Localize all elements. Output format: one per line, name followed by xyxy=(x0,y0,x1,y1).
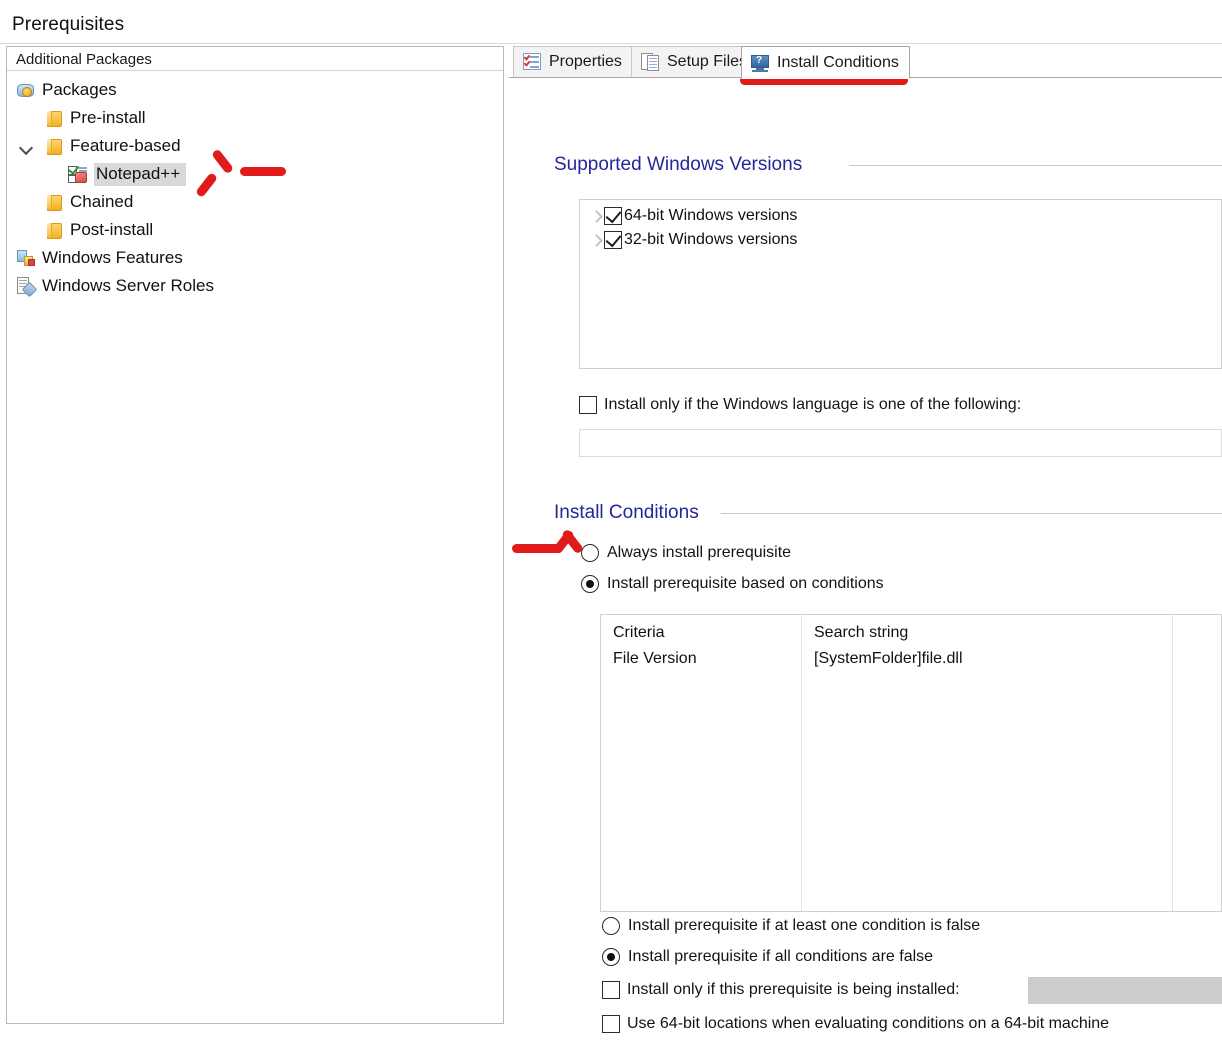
radio-row-always-install[interactable]: Always install prerequisite xyxy=(581,544,791,562)
prerequisite-select-disabled xyxy=(1028,977,1222,1004)
tree-item-notepadpp[interactable]: Notepad++ xyxy=(67,160,187,188)
tree-item-feature-based[interactable]: Feature-based xyxy=(43,132,181,160)
tree-item-label: Feature-based xyxy=(70,136,181,155)
language-filter-row[interactable]: Install only if the Windows language is … xyxy=(579,396,1021,414)
folder-icon xyxy=(43,220,65,240)
section-rule xyxy=(721,513,1222,514)
chevron-down-icon[interactable] xyxy=(19,138,35,154)
prerequisites-tree-panel: Additional Packages Packages Pre-install… xyxy=(6,46,504,1024)
radio-label: Install prerequisite based on conditions xyxy=(607,575,884,592)
use-64bit-locations-label: Use 64-bit locations when evaluating con… xyxy=(627,1015,1110,1032)
tree-item-label: Post-install xyxy=(70,220,154,239)
tree-item-windows-server-roles[interactable]: Windows Server Roles xyxy=(15,272,214,300)
detail-panel: Properties Setup Files ? Install Conditi… xyxy=(509,46,1222,1033)
radio-conditional-install[interactable] xyxy=(581,575,599,593)
tree-item-label: Notepad++ xyxy=(94,162,187,186)
column-header-search-string: Search string xyxy=(814,624,909,641)
language-filter-input[interactable] xyxy=(579,429,1222,457)
checkbox-32bit-windows[interactable] xyxy=(604,230,622,249)
checkbox-use-64bit-locations[interactable] xyxy=(602,1015,620,1033)
tab-label: Properties xyxy=(549,53,622,70)
list-item[interactable]: 64-bit Windows versions xyxy=(588,204,797,227)
tree-item-packages[interactable]: Packages xyxy=(15,76,117,104)
tree-item-pre-install[interactable]: Pre-install xyxy=(43,104,146,132)
column-divider[interactable] xyxy=(801,615,802,911)
tree-item-label: Windows Features xyxy=(42,248,183,267)
radio-label: Always install prerequisite xyxy=(607,544,792,561)
column-header-criteria: Criteria xyxy=(613,624,665,641)
radio-always-install[interactable] xyxy=(581,544,599,562)
tree-item-label: Chained xyxy=(70,192,134,211)
list-item-label: 32-bit Windows versions xyxy=(624,230,798,248)
server-roles-icon xyxy=(15,276,38,298)
only-if-installed-label: Install only if this prerequisite is bei… xyxy=(627,981,960,998)
table-row-cell-search-string[interactable]: [SystemFolder]file.dll xyxy=(814,650,963,668)
table-row-cell-criteria[interactable]: File Version xyxy=(613,650,697,668)
chevron-right-icon[interactable] xyxy=(588,208,604,224)
radio-label: Install prerequisite if at least one con… xyxy=(628,917,981,934)
only-if-installed-row[interactable]: Install only if this prerequisite is bei… xyxy=(602,981,960,999)
tree-item-chained[interactable]: Chained xyxy=(43,188,133,216)
folder-icon xyxy=(43,108,65,128)
tab-strip: Properties Setup Files ? Install Conditi… xyxy=(509,46,1222,79)
supported-versions-listbox[interactable]: 64-bit Windows versions 32-bit Windows v… xyxy=(579,199,1222,369)
checkbox-language-filter[interactable] xyxy=(579,396,597,414)
use-64bit-locations-row[interactable]: Use 64-bit locations when evaluating con… xyxy=(602,1015,1109,1033)
folder-icon xyxy=(43,192,65,212)
install-conditions-title: Install Conditions xyxy=(554,502,699,523)
folder-icon xyxy=(43,136,65,156)
tree-item-windows-features[interactable]: Windows Features xyxy=(15,244,183,272)
tree-item-label: Windows Server Roles xyxy=(42,276,214,295)
tree-item-label: Packages xyxy=(42,80,117,99)
tab-content-install-conditions: Supported Windows Versions 64-bit Window… xyxy=(509,79,1222,1033)
list-item-label: 64-bit Windows versions xyxy=(624,206,798,224)
page-title: Prerequisites xyxy=(12,14,125,35)
supported-versions-title: Supported Windows Versions xyxy=(554,154,803,175)
tree-body[interactable]: Packages Pre-install Feature-based Notep… xyxy=(7,72,503,1023)
tree-item-post-install[interactable]: Post-install xyxy=(43,216,153,244)
conditions-table[interactable]: Criteria Search string File Version [Sys… xyxy=(600,614,1222,912)
language-filter-label: Install only if the Windows language is … xyxy=(604,396,1022,413)
column-divider[interactable] xyxy=(1172,615,1173,911)
tree-header: Additional Packages xyxy=(7,47,503,71)
radio-all-conditions-false[interactable] xyxy=(602,948,620,966)
tree-header-label: Additional Packages xyxy=(16,51,152,68)
tab-setup-files[interactable]: Setup Files xyxy=(631,46,759,78)
tab-properties[interactable]: Properties xyxy=(513,46,633,78)
window-title-bar: Prerequisites xyxy=(0,0,1222,44)
tab-label: Setup Files xyxy=(667,53,748,70)
radio-row-at-least-one-false[interactable]: Install prerequisite if at least one con… xyxy=(602,917,980,935)
windows-features-icon xyxy=(15,248,37,268)
chevron-right-icon[interactable] xyxy=(588,232,604,248)
checkbox-64bit-windows[interactable] xyxy=(604,206,622,225)
package-item-icon xyxy=(67,163,89,184)
tab-label: Install Conditions xyxy=(777,53,899,71)
app-window: Prerequisites Additional Packages Packag… xyxy=(0,0,1222,1062)
radio-label: Install prerequisite if all conditions a… xyxy=(628,948,934,965)
radio-row-conditional-install[interactable]: Install prerequisite based on conditions xyxy=(581,575,884,593)
packages-icon xyxy=(15,80,37,100)
monitor-question-icon: ? xyxy=(750,54,770,72)
tab-install-conditions[interactable]: ? Install Conditions xyxy=(741,46,910,79)
tree-item-label: Pre-install xyxy=(70,108,146,127)
section-rule xyxy=(849,165,1222,166)
properties-checklist-icon xyxy=(522,53,542,71)
radio-row-all-false[interactable]: Install prerequisite if all conditions a… xyxy=(602,948,933,966)
radio-at-least-one-condition-false[interactable] xyxy=(602,917,620,935)
list-item[interactable]: 32-bit Windows versions xyxy=(588,228,797,251)
documents-icon xyxy=(640,53,660,71)
checkbox-only-if-prerequisite-installed[interactable] xyxy=(602,981,620,999)
